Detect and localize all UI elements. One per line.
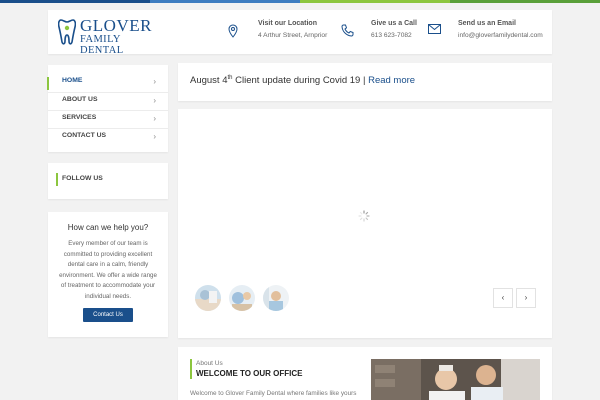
- main-nav: HOME › ABOUT US › SERVICES › CONTACT US …: [47, 65, 168, 152]
- accent-bar: [190, 359, 192, 379]
- tooth-icon: [58, 19, 76, 45]
- slider-thumbnail[interactable]: [229, 285, 255, 311]
- covid-notice: August 4th Client update during Covid 19…: [178, 63, 552, 101]
- slider-prev-button[interactable]: ‹: [493, 288, 513, 308]
- logo[interactable]: GLOVER FAMILY DENTAL: [58, 16, 153, 56]
- about-section: About Us WELCOME TO OUR OFFICE Welcome t…: [178, 347, 552, 400]
- follow-us-panel: FOLLOW US: [48, 163, 168, 199]
- about-title: WELCOME TO OUR OFFICE: [196, 369, 303, 378]
- about-text: Welcome to Glover Family Dental where fa…: [190, 390, 357, 397]
- location-value: 4 Arthur Street, Arnprior: [258, 32, 328, 39]
- nav-item-label: ABOUT US: [62, 96, 98, 103]
- top-bar-segment: [150, 0, 300, 3]
- site-header: GLOVER FAMILY DENTAL Visit our Location …: [48, 10, 552, 56]
- nav-item-home[interactable]: HOME ›: [47, 74, 168, 92]
- thumbnail-image: [195, 285, 221, 311]
- phone-title: Give us a Call: [371, 20, 417, 27]
- help-title: How can we help you?: [67, 223, 149, 232]
- team-photo-image: [371, 359, 540, 400]
- thumbnail-image: [263, 285, 289, 311]
- contact-us-button[interactable]: Contact Us: [83, 308, 133, 322]
- image-slider: ‹ ›: [178, 109, 552, 338]
- map-pin-icon: [228, 24, 238, 38]
- slider-thumbnail[interactable]: [195, 285, 221, 311]
- notice-body: Client update during Covid 19 |: [232, 75, 369, 87]
- nav-item-label: HOME: [62, 77, 83, 84]
- email-value: info@gloverfamilydental.com: [458, 32, 543, 39]
- envelope-icon: [428, 24, 441, 34]
- logo-subtitle: FAMILY DENTAL: [80, 34, 124, 56]
- nav-item-services[interactable]: SERVICES ›: [48, 110, 168, 128]
- location-info[interactable]: Visit our Location 4 Arthur Street, Arnp…: [228, 20, 328, 46]
- top-bar-segment: [0, 0, 150, 3]
- read-more-link[interactable]: Read more: [368, 75, 415, 86]
- slider-thumbnail[interactable]: [263, 285, 289, 311]
- follow-us-label: FOLLOW US: [62, 175, 103, 182]
- help-text: Every member of our team is committed to…: [59, 240, 157, 300]
- chevron-right-icon: ›: [153, 132, 156, 141]
- thumbnail-image: [229, 285, 255, 311]
- nav-item-contact-us[interactable]: CONTACT US ›: [48, 128, 168, 146]
- logo-name: GLOVER: [80, 16, 152, 35]
- about-pretitle: About Us: [196, 360, 223, 367]
- location-title: Visit our Location: [258, 20, 317, 27]
- chevron-right-icon: ›: [153, 96, 156, 105]
- notice-text: August 4th Client update during Covid 19…: [190, 75, 415, 86]
- email-title: Send us an Email: [458, 20, 516, 27]
- notice-prefix: August 4: [190, 75, 228, 87]
- phone-value: 613 623-7082: [371, 32, 412, 39]
- chevron-right-icon: ›: [153, 114, 156, 123]
- phone-info[interactable]: Give us a Call 613 623-7082: [341, 20, 421, 46]
- help-panel: How can we help you? Every member of our…: [48, 212, 168, 337]
- top-bar-segment: [450, 0, 600, 3]
- email-info[interactable]: Send us an Email info@gloverfamilydental…: [428, 20, 548, 46]
- slider-next-button[interactable]: ›: [516, 288, 536, 308]
- team-photo: [371, 359, 540, 400]
- nav-item-about-us[interactable]: ABOUT US ›: [48, 92, 168, 110]
- top-bar-segment: [300, 0, 450, 3]
- nav-item-label: SERVICES: [62, 114, 97, 121]
- chevron-right-icon: ›: [153, 77, 156, 86]
- phone-icon: [341, 24, 354, 37]
- top-color-bar: [0, 0, 600, 3]
- accent-bar: [56, 173, 58, 186]
- nav-item-label: CONTACT US: [62, 132, 107, 139]
- loading-spinner-icon: [358, 210, 370, 222]
